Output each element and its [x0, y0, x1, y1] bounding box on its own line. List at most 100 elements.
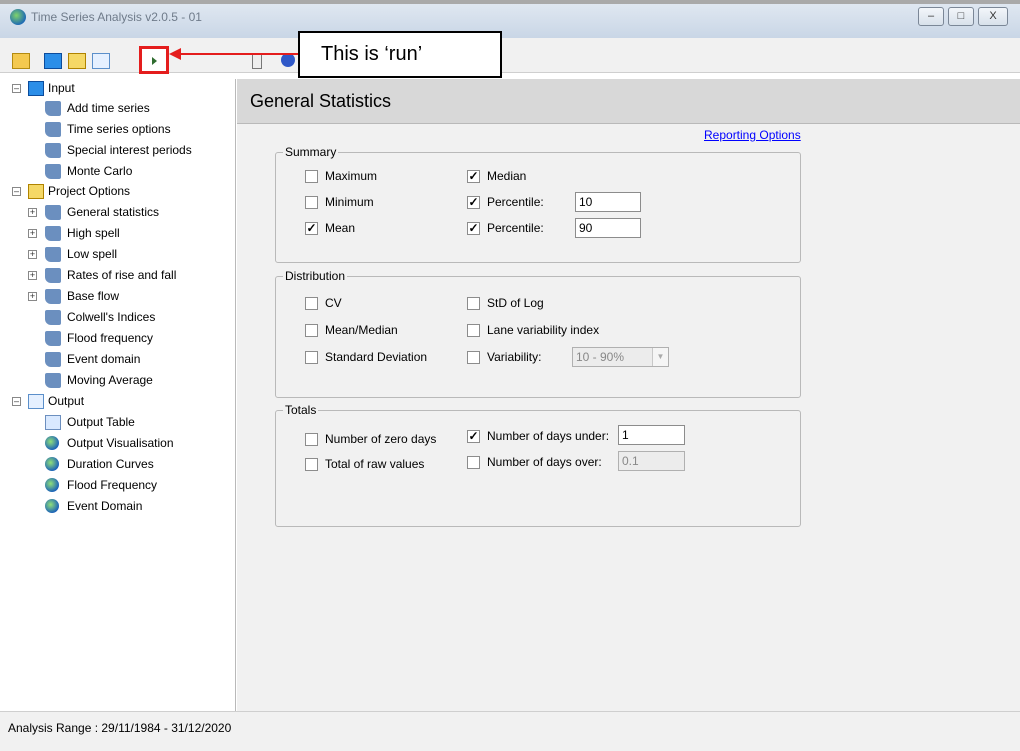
checklist-icon [28, 184, 44, 199]
tree-item-event-domain[interactable]: Event domain [67, 350, 140, 368]
raw-total-label: Total of raw values [325, 457, 425, 471]
days-over-checkbox[interactable] [467, 456, 480, 469]
standard-deviation-label: Standard Deviation [325, 350, 428, 364]
close-button[interactable]: X [978, 7, 1008, 26]
item-icon [45, 143, 61, 158]
days-under-checkbox[interactable]: ✓ [467, 430, 480, 443]
days-under-label: Number of days under: [487, 429, 610, 443]
tree-item-monte-carlo[interactable]: Monte Carlo [67, 162, 132, 180]
variability-label: Variability: [487, 350, 542, 364]
project-options-expander[interactable]: – [12, 187, 21, 196]
percentile-2-input[interactable]: 90 [575, 218, 641, 238]
general-statistics-panel: General Statistics Reporting Options Sum… [237, 79, 1020, 711]
output-icon[interactable] [92, 53, 110, 69]
run-button[interactable] [139, 46, 169, 74]
totals-legend: Totals [283, 403, 319, 417]
page-title: General Statistics [250, 91, 392, 111]
tree-item-flood-frequency[interactable]: Flood frequency [67, 329, 153, 347]
zero-days-checkbox[interactable] [305, 433, 318, 446]
mean-label: Mean [325, 221, 356, 235]
mean-median-label: Mean/Median [325, 323, 398, 337]
item-icon [45, 205, 61, 220]
minimum-checkbox[interactable] [305, 196, 318, 209]
days-over-input[interactable]: 0.1 [618, 451, 685, 471]
lane-variability-checkbox[interactable] [467, 324, 480, 337]
tree-item-general-statistics[interactable]: General statistics [67, 203, 159, 221]
app-icon [10, 9, 26, 25]
high-spell-expander[interactable]: + [28, 229, 37, 238]
tree-item-project-options[interactable]: Project Options [48, 182, 130, 200]
rates-expander[interactable]: + [28, 271, 37, 280]
days-under-input[interactable]: 1 [618, 425, 685, 445]
input-icon[interactable] [44, 53, 62, 69]
project-options-icon[interactable] [68, 53, 86, 69]
item-icon [45, 331, 61, 346]
percentile-1-label: Percentile: [487, 195, 544, 209]
navigation-tree: – Input Add time series Time series opti… [7, 79, 236, 711]
minimum-label: Minimum [325, 195, 374, 209]
tree-item-output[interactable]: Output [48, 392, 84, 410]
tree-item-base-flow[interactable]: Base flow [67, 287, 119, 305]
general-statistics-expander[interactable]: + [28, 208, 37, 217]
maximum-checkbox[interactable] [305, 170, 318, 183]
days-over-label: Number of days over: [487, 455, 602, 469]
maximize-button[interactable]: □ [948, 7, 974, 26]
globe-icon [45, 478, 59, 492]
input-expander[interactable]: – [12, 84, 21, 93]
output-icon [28, 394, 44, 409]
variability-select-value: 10 - 90% [576, 350, 625, 364]
zero-days-label: Number of zero days [325, 432, 437, 446]
median-checkbox[interactable]: ✓ [467, 170, 480, 183]
distribution-group: Distribution CV Mean/Median Standard Dev… [275, 269, 801, 398]
open-folder-icon[interactable] [12, 53, 30, 69]
tree-item-special-interest-periods[interactable]: Special interest periods [67, 141, 192, 159]
cv-checkbox[interactable] [305, 297, 318, 310]
item-icon [45, 226, 61, 241]
tree-item-output-visualisation[interactable]: Output Visualisation [67, 434, 174, 452]
output-expander[interactable]: – [12, 397, 21, 406]
minimize-button[interactable]: – [918, 7, 944, 26]
tree-item-input[interactable]: Input [48, 79, 75, 97]
tree-item-low-spell[interactable]: Low spell [67, 245, 117, 263]
tree-item-colwells-indices[interactable]: Colwell's Indices [67, 308, 155, 326]
input-icon [28, 81, 44, 96]
panel-header: General Statistics [237, 79, 1020, 124]
mean-checkbox[interactable]: ✓ [305, 222, 318, 235]
tree-item-time-series-options[interactable]: Time series options [67, 120, 171, 138]
tree-item-high-spell[interactable]: High spell [67, 224, 120, 242]
percentile-2-checkbox[interactable]: ✓ [467, 222, 480, 235]
standard-deviation-checkbox[interactable] [305, 351, 318, 364]
percentile-1-checkbox[interactable]: ✓ [467, 196, 480, 209]
item-icon [45, 352, 61, 367]
variability-checkbox[interactable] [467, 351, 480, 364]
cv-label: CV [325, 296, 342, 310]
tree-item-moving-average[interactable]: Moving Average [67, 371, 153, 389]
low-spell-expander[interactable]: + [28, 250, 37, 259]
item-icon [45, 247, 61, 262]
window-title: Time Series Analysis v2.0.5 - 01 [31, 10, 202, 24]
run-callout: This is ‘run’ [298, 31, 502, 78]
raw-total-checkbox[interactable] [305, 458, 318, 471]
toolbar [0, 38, 1020, 74]
percentile-1-input[interactable]: 10 [575, 192, 641, 212]
reporting-options-link[interactable]: Reporting Options [704, 128, 801, 142]
std-of-log-checkbox[interactable] [467, 297, 480, 310]
tree-item-flood-frequency-output[interactable]: Flood Frequency [67, 476, 157, 494]
annotation-arrow-head [169, 48, 181, 60]
tree-item-duration-curves[interactable]: Duration Curves [67, 455, 154, 473]
tree-item-output-table[interactable]: Output Table [67, 413, 135, 431]
mean-median-checkbox[interactable] [305, 324, 318, 337]
analysis-range-text: Analysis Range : 29/11/1984 - 31/12/2020 [8, 721, 232, 735]
globe-icon [45, 457, 59, 471]
tree-item-event-domain-output[interactable]: Event Domain [67, 497, 142, 515]
base-flow-expander[interactable]: + [28, 292, 37, 301]
tree-item-rates-of-rise-and-fall[interactable]: Rates of rise and fall [67, 266, 176, 284]
item-icon [45, 101, 61, 116]
help-icon[interactable] [281, 53, 295, 67]
table-icon [45, 415, 61, 430]
item-icon [45, 122, 61, 137]
tree-item-add-time-series[interactable]: Add time series [67, 99, 150, 117]
variability-select[interactable]: 10 - 90% ▼ [572, 347, 669, 367]
item-icon [45, 268, 61, 283]
tree-icon[interactable] [252, 53, 262, 69]
